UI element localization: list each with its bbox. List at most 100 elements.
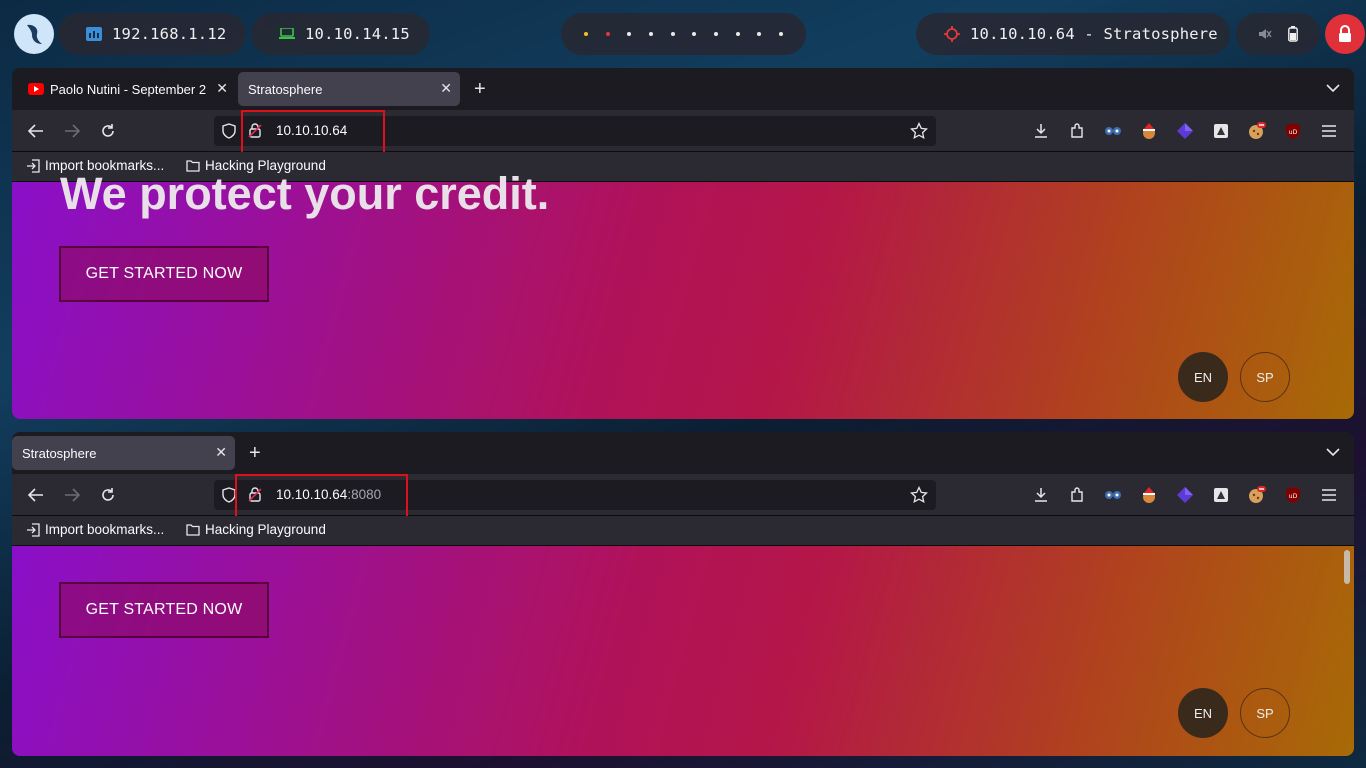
- menu-button[interactable]: [1318, 484, 1340, 506]
- close-tab-icon[interactable]: ✕: [215, 444, 227, 461]
- workspace-dot[interactable]: [583, 32, 588, 36]
- extension-ublock[interactable]: uD: [1282, 484, 1304, 506]
- workspace-dot[interactable]: [605, 32, 610, 36]
- workspace-dot[interactable]: [735, 32, 740, 36]
- extension-cookie[interactable]: [1138, 484, 1160, 506]
- back-button[interactable]: [26, 121, 46, 141]
- vpn-ip-widget[interactable]: 10.10.14.15: [251, 13, 430, 55]
- network-icon: [86, 27, 102, 41]
- get-started-button[interactable]: GET STARTED NOW: [59, 582, 269, 638]
- new-tab-button[interactable]: +: [249, 442, 261, 465]
- page-content: GET STARTED NOW EN SP: [12, 546, 1354, 756]
- power-button[interactable]: [1325, 14, 1365, 54]
- laptop-icon: [279, 28, 295, 39]
- glasses-icon: [1105, 491, 1121, 499]
- download-icon: [1035, 488, 1047, 502]
- extension-user-agent[interactable]: [1210, 484, 1232, 506]
- extension-ublock[interactable]: uD: [1282, 120, 1304, 142]
- browser-window-top: Paolo Nutini - September 2 ✕ Stratospher…: [12, 68, 1354, 419]
- new-tab-button[interactable]: +: [474, 78, 486, 101]
- bookmark-label: Hacking Playground: [205, 522, 326, 537]
- reload-button[interactable]: [98, 121, 118, 141]
- get-started-button[interactable]: GET STARTED NOW: [59, 246, 269, 302]
- local-ip-widget[interactable]: 192.168.1.12: [58, 13, 246, 55]
- svg-text:uD: uD: [1289, 493, 1298, 500]
- workspace-dot[interactable]: [627, 32, 632, 36]
- bookmark-folder-hacking[interactable]: Hacking Playground: [186, 522, 326, 537]
- svg-text:uD: uD: [1289, 129, 1298, 136]
- target-widget[interactable]: 10.10.10.64 - Stratosphere: [916, 13, 1230, 55]
- tab-youtube[interactable]: Paolo Nutini - September 2 ✕: [18, 72, 236, 106]
- workspace-dot[interactable]: [648, 32, 653, 36]
- extension-cookie[interactable]: [1138, 120, 1160, 142]
- shield-icon[interactable]: [222, 487, 236, 503]
- extension-hackbar[interactable]: [1174, 120, 1196, 142]
- downloads-button[interactable]: [1030, 484, 1052, 506]
- language-sp-button[interactable]: SP: [1240, 352, 1290, 402]
- extension-cookie-editor[interactable]: [1246, 484, 1268, 506]
- folder-icon: [186, 523, 200, 536]
- tab-stratosphere[interactable]: Stratosphere ✕: [238, 72, 460, 106]
- extension-user-agent[interactable]: [1210, 120, 1232, 142]
- tab-label: Paolo Nutini - September 2: [50, 81, 207, 97]
- card-icon: [1214, 124, 1228, 138]
- close-tab-icon[interactable]: ✕: [440, 80, 452, 97]
- extension-hackbar[interactable]: [1174, 484, 1196, 506]
- hamburger-menu-icon: [1322, 489, 1336, 501]
- downloads-button[interactable]: [1030, 120, 1052, 142]
- bookmark-star-icon[interactable]: [910, 122, 928, 140]
- workspace-dot[interactable]: [713, 32, 718, 36]
- puzzle-icon: [1071, 487, 1083, 502]
- bookmark-star-icon[interactable]: [910, 486, 928, 504]
- reload-icon: [102, 124, 114, 137]
- arrow-left-icon: [28, 488, 43, 502]
- page-content: We protect your credit. GET STARTED NOW …: [12, 168, 1354, 419]
- puzzle-icon: [1071, 123, 1083, 138]
- extensions-button[interactable]: [1066, 484, 1088, 506]
- lock-icon: [1339, 25, 1351, 42]
- workspace-dot[interactable]: [692, 32, 697, 36]
- language-en-button[interactable]: EN: [1178, 352, 1228, 402]
- language-sp-button[interactable]: SP: [1240, 688, 1290, 738]
- crosshair-icon: [944, 26, 960, 42]
- extensions-button[interactable]: [1066, 120, 1088, 142]
- reload-icon: [102, 488, 114, 501]
- battery-icon[interactable]: [1288, 26, 1298, 42]
- workspace-dot[interactable]: [757, 32, 762, 36]
- forward-button[interactable]: [62, 485, 82, 505]
- language-en-button[interactable]: EN: [1178, 688, 1228, 738]
- extension-wappalyzer[interactable]: [1102, 484, 1124, 506]
- scrollbar[interactable]: [1344, 550, 1350, 584]
- chevron-down-icon[interactable]: [1326, 445, 1340, 459]
- workspace-switcher[interactable]: [561, 13, 806, 55]
- workspace-dot[interactable]: [779, 32, 784, 36]
- launcher-button[interactable]: [14, 14, 54, 54]
- tab-bar: Stratosphere ✕ +: [12, 432, 1354, 474]
- local-ip-label: 192.168.1.12: [112, 25, 227, 43]
- extension-cookie-editor[interactable]: [1246, 120, 1268, 142]
- back-button[interactable]: [26, 485, 46, 505]
- cookie-icon: [1249, 122, 1266, 139]
- system-tray[interactable]: [1236, 13, 1320, 55]
- close-tab-icon[interactable]: ✕: [216, 80, 228, 97]
- tab-stratosphere[interactable]: Stratosphere ✕: [12, 436, 235, 470]
- arrow-left-icon: [28, 124, 43, 138]
- menu-button[interactable]: [1318, 120, 1340, 142]
- cube-icon: [1177, 487, 1193, 503]
- volume-muted-icon[interactable]: [1258, 27, 1272, 41]
- vpn-ip-label: 10.10.14.15: [305, 25, 410, 43]
- arrow-right-icon: [65, 124, 80, 138]
- youtube-icon: [28, 83, 44, 95]
- hero-heading: We protect your credit.: [60, 168, 550, 219]
- glasses-icon: [1105, 127, 1121, 135]
- bookmark-import[interactable]: Import bookmarks...: [26, 522, 164, 537]
- ublock-shield-icon: uD: [1286, 487, 1300, 503]
- workspace-dot[interactable]: [670, 32, 675, 36]
- shield-icon[interactable]: [222, 123, 236, 139]
- bookmark-label: Import bookmarks...: [45, 522, 165, 537]
- tab-label: Stratosphere: [248, 81, 323, 97]
- extension-wappalyzer[interactable]: [1102, 120, 1124, 142]
- forward-button[interactable]: [62, 121, 82, 141]
- reload-button[interactable]: [98, 485, 118, 505]
- chevron-down-icon[interactable]: [1326, 81, 1340, 95]
